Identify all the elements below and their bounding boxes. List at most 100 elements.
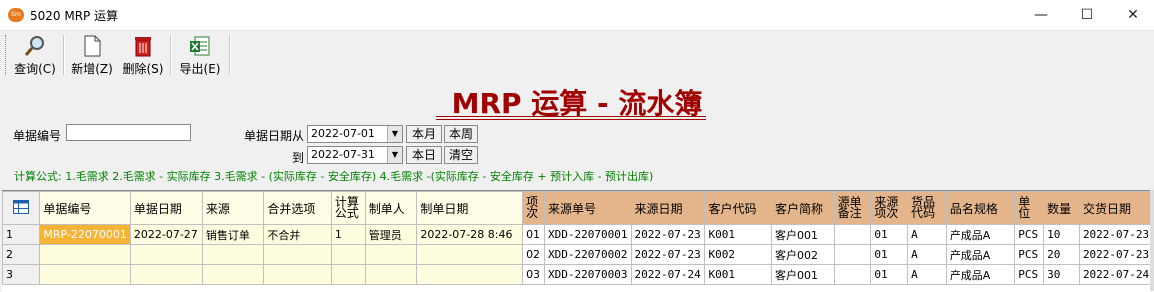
cell-cust-name[interactable]: 客户001	[770, 264, 835, 285]
cell-qty[interactable]: 30	[1043, 264, 1080, 285]
cell-merge[interactable]	[263, 244, 332, 265]
cell-src-date[interactable]: 2022-07-24	[630, 264, 706, 285]
cell-cust-code[interactable]: K001	[704, 224, 772, 245]
cell-make-date[interactable]	[416, 244, 524, 265]
chevron-down-icon[interactable]: ▼	[387, 126, 402, 142]
col-deliver-date[interactable]: 交货日期	[1078, 191, 1154, 225]
cell-goods[interactable]: A	[907, 264, 947, 285]
col-item[interactable]: 项次	[522, 191, 546, 225]
cell-goods[interactable]: A	[907, 244, 947, 265]
cell-src-no[interactable]: XDD-22070003	[544, 264, 632, 285]
cell-maker[interactable]	[364, 244, 418, 265]
cell-formula[interactable]	[330, 264, 366, 285]
col-doc-no[interactable]: 单据编号	[39, 191, 131, 225]
cell-doc-no[interactable]	[39, 244, 131, 265]
date-to-picker[interactable]: 2022-07-31 ▼	[307, 146, 403, 164]
col-cust-name[interactable]: 客户简称	[770, 191, 835, 225]
vertical-scrollbar[interactable]	[1150, 190, 1154, 291]
cell-doc-no[interactable]: MRP-22070001	[39, 224, 131, 245]
export-button[interactable]: 导出(E)	[177, 34, 223, 76]
cell-doc-date[interactable]	[129, 244, 203, 265]
cell-maker[interactable]	[364, 264, 418, 285]
col-goods-code[interactable]: 货品 代码	[907, 191, 947, 225]
cell-src-no[interactable]: XDD-22070002	[544, 244, 632, 265]
col-doc-date[interactable]: 单据日期	[129, 191, 203, 225]
cell-goods[interactable]: A	[907, 224, 947, 245]
cell-source[interactable]	[201, 244, 265, 265]
maximize-button[interactable]: ☐	[1064, 0, 1110, 30]
cell-source[interactable]	[201, 264, 265, 285]
table-row[interactable]: 3 03 XDD-22070003 2022-07-24 K001 客户001 01 A 产成品…	[2, 264, 1154, 285]
cell-formula[interactable]: 1	[330, 224, 366, 245]
col-src-date[interactable]: 来源日期	[630, 191, 706, 225]
cell-src-date[interactable]: 2022-07-23	[630, 224, 706, 245]
row-number[interactable]: 2	[2, 244, 41, 265]
query-button[interactable]: 查询(C)	[13, 34, 57, 76]
cell-src-item[interactable]: 01	[870, 264, 909, 285]
today-button[interactable]: 本日	[406, 146, 442, 164]
cell-formula[interactable]	[330, 244, 366, 265]
cell-src-note[interactable]	[833, 264, 872, 285]
col-make-date[interactable]: 制单日期	[416, 191, 524, 225]
col-qty[interactable]: 数量	[1043, 191, 1080, 225]
cell-unit[interactable]: PCS	[1014, 224, 1045, 245]
cell-make-date[interactable]	[416, 264, 524, 285]
col-maker[interactable]: 制单人	[364, 191, 418, 225]
cell-cust-code[interactable]: K002	[704, 244, 772, 265]
col-src-no[interactable]: 来源单号	[544, 191, 632, 225]
cell-unit[interactable]: PCS	[1014, 264, 1045, 285]
chevron-down-icon[interactable]: ▼	[387, 147, 402, 163]
cell-deliver[interactable]: 2022-07-23	[1078, 224, 1154, 245]
cell-doc-date[interactable]: 2022-07-27	[129, 224, 203, 245]
cell-doc-no[interactable]	[39, 264, 131, 285]
cell-spec[interactable]: 产成品A	[945, 244, 1016, 265]
col-unit[interactable]: 单位	[1014, 191, 1045, 225]
cell-cust-code[interactable]: K001	[704, 264, 772, 285]
row-number[interactable]: 3	[2, 264, 41, 285]
cell-src-no[interactable]: XDD-22070001	[544, 224, 632, 245]
cell-cust-name[interactable]: 客户001	[770, 224, 835, 245]
col-spec[interactable]: 品名规格	[945, 191, 1016, 225]
doc-no-input[interactable]	[66, 124, 191, 141]
cell-make-date[interactable]: 2022-07-28 8:46	[416, 224, 524, 245]
col-merge-option[interactable]: 合并选项	[263, 191, 332, 225]
cell-spec[interactable]: 产成品A	[945, 264, 1016, 285]
cell-cust-name[interactable]: 客户002	[770, 244, 835, 265]
table-row[interactable]: 1 MRP-22070001 2022-07-27 销售订单 不合并 1 管理员 2022-0…	[2, 224, 1154, 245]
clear-button[interactable]: 清空	[444, 146, 478, 164]
cell-item[interactable]: 03	[522, 264, 546, 285]
cell-spec[interactable]: 产成品A	[945, 224, 1016, 245]
cell-src-item[interactable]: 01	[870, 244, 909, 265]
this-month-button[interactable]: 本月	[406, 125, 442, 143]
cell-item[interactable]: 02	[522, 244, 546, 265]
row-number[interactable]: 1	[2, 224, 41, 245]
date-from-picker[interactable]: 2022-07-01 ▼	[307, 125, 403, 143]
grid-corner[interactable]	[2, 191, 41, 225]
cell-qty[interactable]: 10	[1043, 224, 1080, 245]
cell-merge[interactable]	[263, 264, 332, 285]
this-week-button[interactable]: 本周	[444, 125, 478, 143]
col-src-item[interactable]: 来源 项次	[870, 191, 909, 225]
cell-src-date[interactable]: 2022-07-23	[630, 244, 706, 265]
cell-qty[interactable]: 20	[1043, 244, 1080, 265]
cell-maker[interactable]: 管理员	[364, 224, 418, 245]
cell-src-item[interactable]: 01	[870, 224, 909, 245]
close-button[interactable]: ✕	[1110, 0, 1154, 30]
cell-src-note[interactable]	[833, 224, 872, 245]
delete-button[interactable]: 删除(S)	[121, 34, 165, 76]
cell-doc-date[interactable]	[129, 264, 203, 285]
cell-deliver[interactable]: 2022-07-23	[1078, 244, 1154, 265]
col-cust-code[interactable]: 客户代码	[704, 191, 772, 225]
cell-merge[interactable]: 不合并	[263, 224, 332, 245]
cell-source[interactable]: 销售订单	[201, 224, 265, 245]
cell-deliver[interactable]: 2022-07-24	[1078, 264, 1154, 285]
col-source[interactable]: 来源	[201, 191, 265, 225]
cell-src-note[interactable]	[833, 244, 872, 265]
col-formula[interactable]: 计算 公式	[330, 191, 366, 225]
cell-unit[interactable]: PCS	[1014, 244, 1045, 265]
new-button[interactable]: 新增(Z)	[70, 34, 114, 76]
cell-item[interactable]: 01	[522, 224, 546, 245]
col-src-note[interactable]: 源单 备注	[833, 191, 872, 225]
table-row[interactable]: 2 02 XDD-22070002 2022-07-23 K002 客户002 01 A 产成品…	[2, 244, 1154, 265]
minimize-button[interactable]: —	[1018, 0, 1064, 30]
